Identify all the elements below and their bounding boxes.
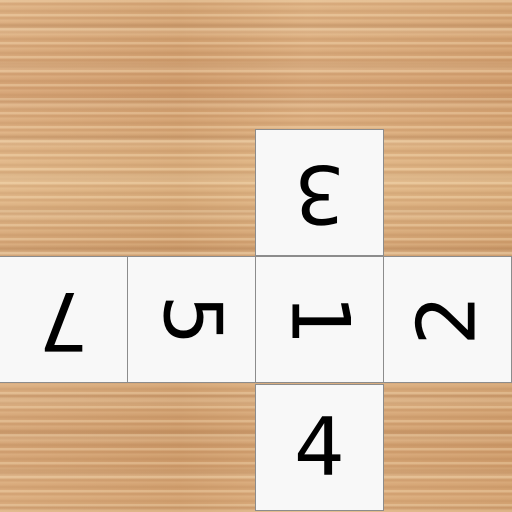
tile-2-digit: 2 <box>400 294 494 345</box>
tile-2[interactable]: 2 <box>383 256 512 383</box>
tile-5-digit: 5 <box>145 294 239 345</box>
tile-3-digit: 3 <box>294 146 345 240</box>
wooden-game-board: 3 7 5 1 2 4 <box>0 0 512 512</box>
tile-4[interactable]: 4 <box>255 384 384 511</box>
tile-3[interactable]: 3 <box>255 129 384 256</box>
tile-1-digit: 1 <box>273 294 367 345</box>
tile-7-digit: 7 <box>38 273 89 367</box>
tile-4-digit: 4 <box>294 400 345 494</box>
tile-1[interactable]: 1 <box>255 256 384 383</box>
tile-7[interactable]: 7 <box>0 256 128 383</box>
tile-5[interactable]: 5 <box>127 256 256 383</box>
